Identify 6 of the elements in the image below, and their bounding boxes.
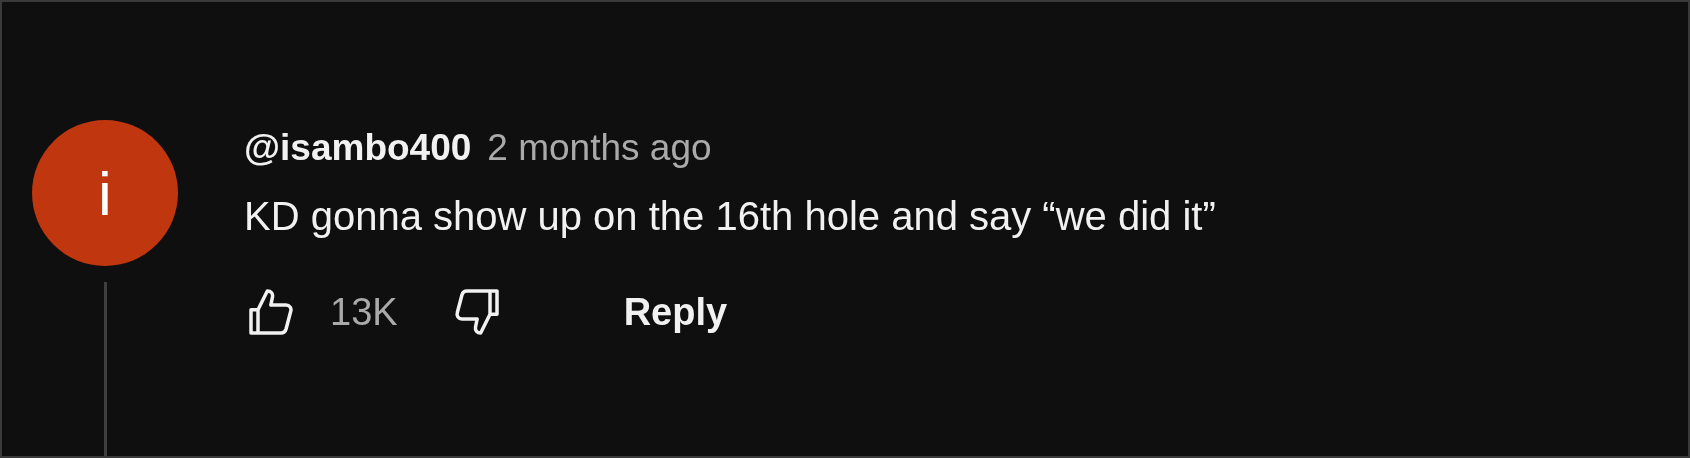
comment-text: KD gonna show up on the 16th hole and say “we did it” bbox=[244, 192, 1216, 240]
timestamp[interactable]: 2 months ago bbox=[487, 120, 712, 176]
like-count: 13K bbox=[330, 289, 398, 335]
username[interactable]: @isambo400 bbox=[244, 120, 472, 176]
avatar[interactable]: i bbox=[32, 120, 178, 266]
reply-button[interactable]: Reply bbox=[613, 277, 738, 347]
